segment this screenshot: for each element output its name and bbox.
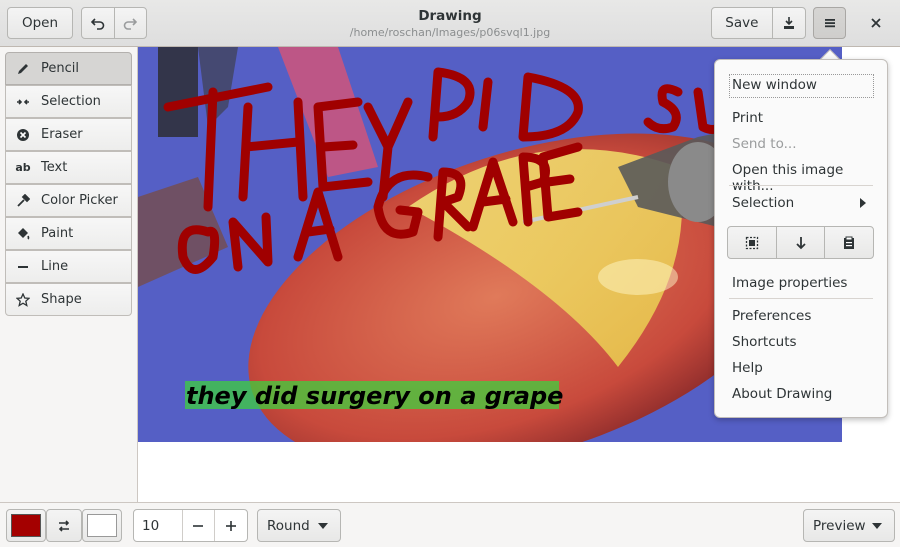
line-icon	[15, 259, 31, 275]
menu-help[interactable]: Help	[732, 360, 763, 376]
tool-pencil[interactable]: Pencil	[5, 52, 132, 85]
plus-icon	[226, 520, 237, 531]
undo-icon	[90, 18, 105, 30]
preview-dropdown[interactable]: Preview	[803, 509, 895, 542]
swap-icon	[58, 519, 70, 532]
tool-selection[interactable]: Selection	[5, 85, 132, 118]
menu-shortcuts[interactable]: Shortcuts	[732, 334, 797, 350]
undo-redo-group	[81, 7, 147, 39]
tools-sidebar: Pencil Selection Eraser ab Text Color Pi…	[0, 47, 138, 502]
export-icon	[783, 17, 794, 29]
tool-color-picker[interactable]: Color Picker	[5, 184, 132, 217]
menu-open-with[interactable]: Open this image with...	[732, 162, 887, 194]
tool-label: Text	[41, 160, 68, 175]
text-icon: ab	[15, 161, 31, 174]
save-as-button[interactable]	[771, 8, 805, 38]
menu-send-to: Send to...	[732, 136, 797, 152]
app-title: Drawing	[418, 8, 482, 24]
dropdown-label: Round	[267, 517, 310, 534]
close-button[interactable]	[862, 9, 890, 37]
chevron-down-icon	[872, 522, 882, 529]
tool-label: Line	[41, 259, 69, 274]
tool-label: Eraser	[41, 127, 83, 142]
size-increase-button[interactable]	[214, 510, 247, 541]
menu-separator	[729, 298, 873, 299]
open-button[interactable]: Open	[7, 7, 73, 39]
main-menu-button[interactable]	[813, 7, 846, 39]
menu-new-window[interactable]: New window	[732, 77, 817, 93]
menu-print[interactable]: Print	[732, 110, 763, 126]
menu-about[interactable]: About Drawing	[732, 386, 832, 402]
pencil-icon	[15, 61, 31, 77]
color-picker-icon	[15, 193, 31, 209]
size-spinbutton[interactable]: 10	[133, 509, 248, 542]
file-path: /home/roschan/Images/p06svql1.jpg	[349, 26, 551, 39]
swap-colors-button[interactable]	[46, 509, 82, 542]
shape-icon	[15, 292, 31, 308]
shape-options-dropdown[interactable]: Round	[257, 509, 341, 542]
paste-button[interactable]	[824, 227, 873, 258]
caption-text: they did surgery on a grape	[186, 382, 563, 410]
menu-separator	[729, 185, 873, 186]
tool-shape[interactable]: Shape	[5, 283, 132, 316]
tool-label: Shape	[41, 292, 82, 307]
secondary-color-button[interactable]	[82, 509, 122, 542]
main-color-button[interactable]	[6, 509, 46, 542]
menu-preferences[interactable]: Preferences	[732, 308, 811, 324]
redo-button[interactable]	[113, 8, 146, 38]
arrow-down-icon	[795, 236, 806, 249]
secondary-color-swatch	[87, 514, 117, 537]
redo-icon	[124, 18, 138, 30]
close-icon	[871, 18, 881, 28]
selection-icon	[15, 94, 31, 110]
eraser-icon	[15, 127, 31, 143]
tool-label: Selection	[41, 94, 101, 109]
import-button[interactable]	[775, 227, 825, 258]
selection-actions-row	[727, 226, 874, 259]
tool-text[interactable]: ab Text	[5, 151, 132, 184]
dropdown-label: Preview	[813, 517, 866, 534]
header-bar: Open Drawing /home/roschan/Images/p06svq…	[0, 0, 900, 47]
save-group: Save	[711, 7, 806, 39]
window-title: Drawing /home/roschan/Images/p06svql1.jp…	[300, 8, 600, 39]
save-button[interactable]: Save	[712, 8, 772, 38]
bottom-bar: 10 Round Preview	[0, 502, 900, 547]
clipboard-icon	[844, 236, 855, 249]
tool-label: Color Picker	[41, 193, 118, 208]
tool-label: Pencil	[41, 61, 79, 76]
minus-icon	[193, 524, 204, 527]
paint-icon	[15, 226, 31, 242]
size-decrease-button[interactable]	[181, 510, 215, 541]
hamburger-icon	[824, 19, 835, 28]
main-color-swatch	[11, 514, 41, 537]
main-menu-popover: New window Print Send to... Open this im…	[714, 59, 888, 418]
chevron-down-icon	[318, 522, 328, 529]
tool-eraser[interactable]: Eraser	[5, 118, 132, 151]
tool-paint[interactable]: Paint	[5, 217, 132, 250]
select-all-button[interactable]	[728, 227, 776, 258]
menu-selection-submenu[interactable]: Selection	[732, 195, 794, 211]
tool-line[interactable]: Line	[5, 250, 132, 283]
undo-button[interactable]	[82, 8, 114, 38]
tool-label: Paint	[41, 226, 74, 241]
chevron-right-icon	[860, 198, 866, 208]
size-input[interactable]: 10	[134, 510, 182, 541]
menu-image-properties[interactable]: Image properties	[732, 275, 847, 291]
select-all-icon	[745, 236, 758, 249]
